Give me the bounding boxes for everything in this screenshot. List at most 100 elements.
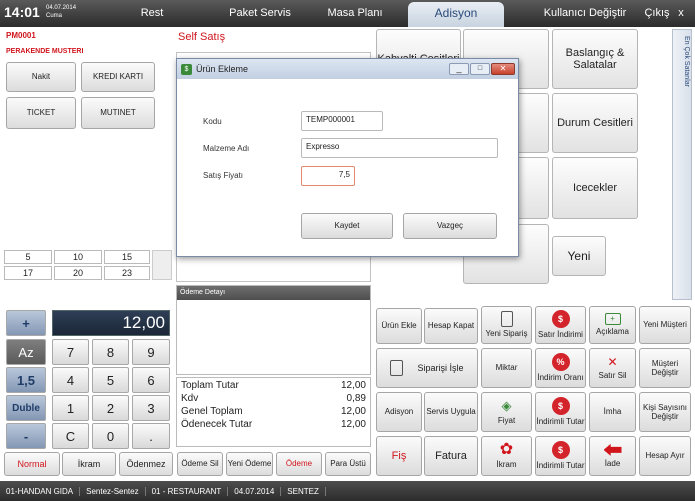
status-system: SENTEZ	[281, 486, 326, 496]
decimal-key[interactable]: .	[132, 423, 170, 449]
order-title: Self Satış	[178, 31, 226, 43]
mode-odenmez-button[interactable]: Ödenmez	[119, 452, 173, 476]
cancel-button[interactable]: Vazgeç	[403, 213, 497, 239]
change-guest-count-button[interactable]: Kişi Sayısını Değiştir	[639, 392, 691, 432]
clipboard-icon	[500, 311, 513, 328]
apply-service-button[interactable]: Servis Uygula	[424, 392, 478, 432]
close-icon[interactable]: x	[672, 0, 690, 27]
totals-panel: Toplam Tutar 12,00 Kdv 0,89 Genel Toplam 12…	[176, 377, 371, 447]
switch-user-button[interactable]: Kullanıcı Değiştir	[540, 0, 630, 27]
price-button[interactable]: ◈ Fiyat	[481, 392, 532, 432]
receipt-button[interactable]: Fiş	[376, 436, 422, 476]
new-customer-button[interactable]: Yeni Müşteri	[639, 306, 691, 344]
new-category-button[interactable]: Yeni	[552, 236, 606, 276]
adisyon-button[interactable]: Adisyon	[376, 392, 422, 432]
clear-key[interactable]: C	[52, 423, 89, 449]
change-button[interactable]: Para Üstü	[325, 452, 371, 476]
digit-key[interactable]: 9	[132, 339, 170, 365]
status-user: Sentez-Sentez	[80, 486, 146, 496]
az-key[interactable]: Az	[6, 339, 46, 365]
discount-icon: $	[551, 397, 570, 416]
customer-name: PERAKENDE MUSTERI	[6, 48, 84, 55]
plus-key[interactable]: +	[6, 310, 46, 336]
material-label: Malzeme Adı	[203, 144, 250, 153]
mode-normal-button[interactable]: Normal	[4, 452, 60, 476]
tab-paket-servis[interactable]: Paket Servis	[220, 0, 300, 27]
close-dialog-icon[interactable]: ✕	[491, 63, 515, 75]
new-payment-button[interactable]: Yeni Ödeme	[226, 452, 273, 476]
digit-key[interactable]: 8	[92, 339, 129, 365]
payment-mutinet-button[interactable]: MUTINET	[81, 97, 155, 129]
mode-ikram-button[interactable]: İkram	[62, 452, 116, 476]
status-bar: 01-HANDAN GIDA Sentez-Sentez 01 - RESTAU…	[0, 481, 695, 501]
new-order-button[interactable]: Yeni Sipariş	[481, 306, 532, 344]
tab-adisyon[interactable]: Adisyon	[408, 2, 504, 27]
digit-key[interactable]: 7	[52, 339, 89, 365]
material-field[interactable]: Expresso	[301, 138, 498, 158]
discounted-amount-button[interactable]: $ İndirimli Tutar	[535, 392, 586, 432]
minus-key[interactable]: -	[6, 423, 46, 449]
payment-button[interactable]: Ödeme	[276, 452, 322, 476]
maximize-icon[interactable]: □	[470, 63, 490, 75]
bow-icon: ✿	[499, 441, 514, 459]
close-bill-button[interactable]: Hesap Kapat	[424, 308, 478, 344]
digit-key[interactable]: 3	[132, 395, 170, 421]
digit-key[interactable]: 4	[52, 367, 89, 393]
day: Cuma	[46, 13, 63, 19]
qty-cell[interactable]: 20	[54, 266, 102, 280]
tab-rest[interactable]: Rest	[122, 0, 182, 27]
split-bill-button[interactable]: Hesap Ayır	[639, 436, 691, 476]
payment-kredi-karti-button[interactable]: KREDI KARTI	[81, 62, 155, 92]
discount-icon: $	[551, 310, 570, 329]
price-field[interactable]: 7,5	[301, 166, 355, 186]
payable-row: Ödenecek Tutar 12,00	[181, 419, 366, 430]
total-row: Toplam Tutar 12,00	[181, 380, 366, 391]
digit-key[interactable]: 6	[132, 367, 170, 393]
qty-cell[interactable]: 17	[4, 266, 52, 280]
tab-masa-plani[interactable]: Masa Planı	[320, 0, 390, 27]
add-product-button[interactable]: Ürün Ekle	[376, 308, 422, 344]
price-label: Satış Fiyatı	[203, 171, 244, 180]
digit-key[interactable]: 0	[92, 423, 129, 449]
qty-cell[interactable]: 10	[54, 250, 102, 264]
save-button[interactable]: Kaydet	[301, 213, 393, 239]
category-icecekler[interactable]: Icecekler	[552, 157, 638, 219]
clock: 14:01	[4, 4, 40, 20]
discounted-amount-button-2[interactable]: $ İndirimli Tutar	[535, 436, 586, 476]
minimize-icon[interactable]: _	[449, 63, 469, 75]
digit-key[interactable]: 1	[52, 395, 89, 421]
quantity-button[interactable]: Miktar	[481, 348, 532, 388]
payment-nakit-button[interactable]: Nakit	[6, 62, 76, 92]
kdv-row: Kdv 0,89	[181, 393, 366, 404]
line-discount-button[interactable]: $ Satır İndirimi	[535, 306, 586, 344]
destroy-button[interactable]: İmha	[589, 392, 636, 432]
return-arrow-icon	[603, 443, 622, 456]
qty-cell[interactable]: 15	[104, 250, 150, 264]
digit-key[interactable]: 2	[92, 395, 129, 421]
complimentary-button[interactable]: ✿ İkram	[481, 436, 532, 476]
qty-cell[interactable]: 5	[4, 250, 52, 264]
invoice-button[interactable]: Fatura	[424, 436, 478, 476]
code-field[interactable]: TEMP000001	[301, 111, 383, 131]
category-durum[interactable]: Durum Cesitleri	[552, 93, 638, 153]
exit-button[interactable]: Çıkış	[644, 0, 670, 27]
delete-line-button[interactable]: ✕ Satır Sil	[589, 348, 636, 388]
price-tag-icon: ◈	[501, 397, 512, 413]
code-label: Kodu	[203, 117, 222, 126]
percent-icon: %	[551, 353, 570, 372]
delete-icon: ✕	[607, 354, 618, 369]
delete-payment-button[interactable]: Ödeme Sil	[177, 452, 223, 476]
return-button[interactable]: İade	[589, 436, 636, 476]
digit-key[interactable]: 5	[92, 367, 129, 393]
dialog-title: Ürün Ekleme	[196, 64, 249, 74]
note-button[interactable]: + Açıklama	[589, 306, 636, 344]
payment-ticket-button[interactable]: TICKET	[6, 97, 76, 129]
qty-cell[interactable]: 23	[104, 266, 150, 280]
one-half-key[interactable]: 1,5	[6, 367, 46, 393]
duble-key[interactable]: Duble	[6, 395, 46, 421]
process-order-button[interactable]: Siparişi İşle	[376, 348, 478, 388]
scrollbar[interactable]	[152, 250, 172, 280]
change-customer-button[interactable]: Müşteri Değiştir	[639, 348, 691, 388]
discount-rate-button[interactable]: % İndirim Oranı	[535, 348, 586, 388]
category-baslangic[interactable]: Baslangıç & Salatalar	[552, 29, 638, 89]
